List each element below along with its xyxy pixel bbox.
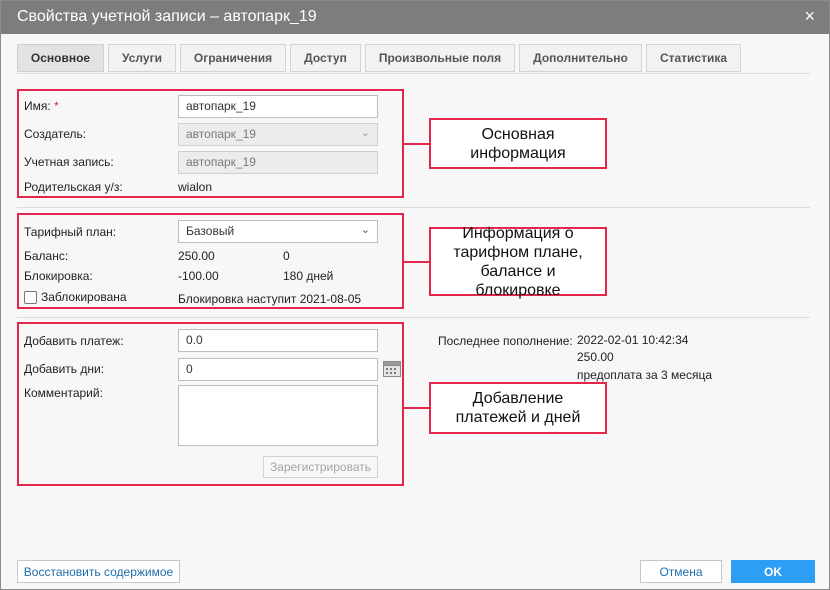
annotation-box-payments — [17, 322, 404, 486]
last-topup-amount: 250.00 — [577, 350, 614, 364]
annotation-callout-billing: Информация о тарифном плане, балансе и б… — [429, 225, 607, 299]
tab-services[interactable]: Услуги — [108, 44, 176, 72]
dialog-title: Свойства учетной записи – автопарк_19 — [17, 8, 317, 25]
annotation-connector-payments — [404, 407, 429, 409]
last-topup-label: Последнее пополнение: — [438, 334, 573, 348]
annotation-connector-basic — [404, 143, 429, 145]
tab-restrictions[interactable]: Ограничения — [180, 44, 286, 72]
last-topup-date: 2022-02-01 10:42:34 — [577, 333, 689, 347]
restore-defaults-button[interactable]: Восстановить содержимое — [17, 560, 180, 583]
annotation-connector-billing — [404, 261, 429, 263]
annotation-box-basic — [17, 89, 404, 198]
annotation-callout-payments: Добавление платежей и дней — [429, 382, 607, 434]
tab-divider — [17, 73, 810, 74]
last-topup-comment: предоплата за 3 месяца — [577, 368, 713, 382]
tab-advanced[interactable]: Дополнительно — [519, 44, 642, 72]
title-bar: Свойства учетной записи – автопарк_19 × — [1, 1, 829, 34]
tab-custom-fields[interactable]: Произвольные поля — [365, 44, 515, 72]
tab-basic[interactable]: Основное — [17, 44, 104, 72]
close-icon[interactable]: × — [804, 7, 815, 25]
section-divider-1 — [17, 207, 810, 208]
ok-button[interactable]: OK — [731, 560, 815, 583]
annotation-box-billing — [17, 213, 404, 309]
cancel-button[interactable]: Отмена — [640, 560, 722, 583]
tab-statistics[interactable]: Статистика — [646, 44, 741, 72]
section-divider-2 — [17, 317, 810, 318]
tab-access[interactable]: Доступ — [290, 44, 361, 72]
annotation-callout-basic: Основная информация — [429, 118, 607, 169]
account-properties-dialog: Свойства учетной записи – автопарк_19 × … — [0, 0, 830, 590]
